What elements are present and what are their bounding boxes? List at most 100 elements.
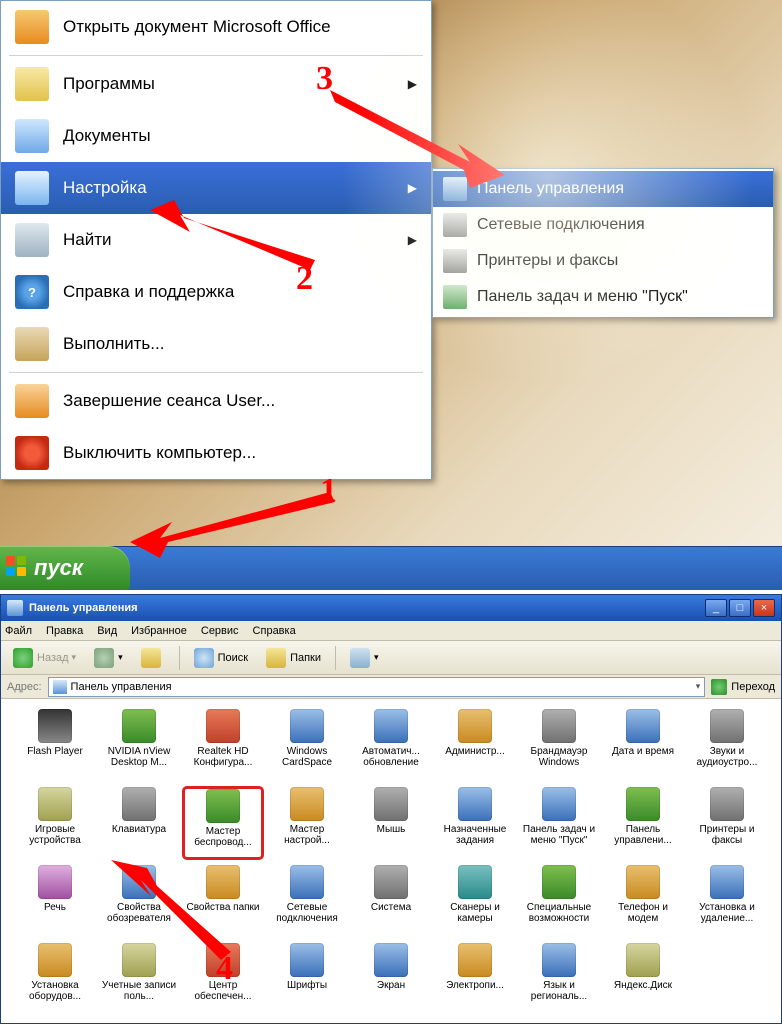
control-panel-item[interactable]: Панель задач и меню "Пуск" [519, 787, 599, 859]
control-panel-item[interactable]: Назначенные задания [435, 787, 515, 859]
control-panel-item[interactable]: Речь [15, 865, 95, 937]
control-panel-item[interactable]: Flash Player [15, 709, 95, 781]
control-panel-item[interactable]: Игровые устройства [15, 787, 95, 859]
applet-label: Телефон и модем [603, 902, 683, 924]
applet-label: Realtek HD Конфигура... [183, 746, 263, 768]
annotation-number-1: 1 [320, 472, 337, 510]
menu-view[interactable]: Вид [97, 625, 117, 637]
submenu-item-printers[interactable]: Принтеры и факсы [433, 243, 773, 279]
control-panel-item[interactable]: Электропи... [435, 943, 515, 1015]
applet-label: Автоматич... обновление [351, 746, 431, 768]
go-button[interactable]: Переход [711, 679, 775, 695]
control-panel-item[interactable]: Автоматич... обновление [351, 709, 431, 781]
menu-edit[interactable]: Правка [46, 625, 83, 637]
maximize-button[interactable]: □ [729, 599, 751, 617]
settings-icon [15, 171, 49, 205]
menu-item-documents[interactable]: Документы ▶ [1, 110, 431, 162]
minimize-button[interactable]: _ [705, 599, 727, 617]
menu-item-programs[interactable]: Программы ▶ [1, 58, 431, 110]
control-panel-item[interactable]: Windows CardSpace [267, 709, 347, 781]
menu-tools[interactable]: Сервис [201, 625, 239, 637]
submenu-item-taskbar[interactable]: Панель задач и меню "Пуск" [433, 279, 773, 315]
control-panel-item[interactable]: Звуки и аудиоустро... [687, 709, 767, 781]
submenu-label: Сетевые подключения [477, 216, 645, 234]
toolbar: Назад ▾ ▾ Поиск Папки ▾ [1, 641, 781, 675]
applet-label: NVIDIA nView Desktop M... [99, 746, 179, 768]
applet-icon [458, 865, 492, 899]
submenu-item-network[interactable]: Сетевые подключения [433, 207, 773, 243]
applet-label: Игровые устройства [15, 824, 95, 846]
control-panel-icons: Flash PlayerNVIDIA nView Desktop M...Rea… [1, 699, 781, 1025]
run-icon [15, 327, 49, 361]
up-button[interactable] [135, 645, 171, 671]
applet-label: Свойства папки [186, 902, 259, 913]
control-panel-item[interactable]: Специальные возможности [519, 865, 599, 937]
control-panel-item[interactable]: Шрифты [267, 943, 347, 1015]
applet-label: Назначенные задания [435, 824, 515, 846]
views-button[interactable]: ▾ [344, 645, 385, 671]
menu-item-settings[interactable]: Настройка ▶ [1, 162, 431, 214]
control-panel-item[interactable]: Мышь [351, 787, 431, 859]
menu-item-logoff[interactable]: Завершение сеанса User... [1, 375, 431, 427]
close-button[interactable]: × [753, 599, 775, 617]
control-panel-item[interactable]: Брандмауэр Windows [519, 709, 599, 781]
address-value: Панель управления [71, 681, 172, 693]
submenu-item-control-panel[interactable]: Панель управления [433, 171, 773, 207]
menu-item-find[interactable]: Найти ▶ [1, 214, 431, 266]
menu-item-run[interactable]: Выполнить... [1, 318, 431, 370]
applet-icon [626, 787, 660, 821]
search-button[interactable]: Поиск [188, 645, 254, 671]
control-panel-item[interactable]: Установка и удаление... [687, 865, 767, 937]
start-button-label: пуск [34, 555, 83, 581]
applet-icon [206, 709, 240, 743]
menu-label: Программы [63, 74, 155, 94]
menu-help[interactable]: Справка [253, 625, 296, 637]
applet-icon [38, 865, 72, 899]
submenu-arrow-icon: ▶ [408, 181, 417, 195]
control-panel-item[interactable]: NVIDIA nView Desktop M... [99, 709, 179, 781]
applet-label: Установка оборудов... [15, 980, 95, 1002]
control-panel-item[interactable]: Телефон и модем [603, 865, 683, 937]
control-panel-item[interactable]: Администр... [435, 709, 515, 781]
submenu-label: Принтеры и факсы [477, 252, 618, 270]
menu-item-help[interactable]: ? Справка и поддержка [1, 266, 431, 318]
window-title: Панель управления [29, 602, 703, 614]
control-panel-item[interactable]: Свойства папки [183, 865, 263, 937]
control-panel-item[interactable]: Установка оборудов... [15, 943, 95, 1015]
control-panel-item[interactable]: Сканеры и камеры [435, 865, 515, 937]
control-panel-item[interactable]: Клавиатура [99, 787, 179, 859]
control-panel-item[interactable]: Мастер настрой... [267, 787, 347, 859]
help-icon: ? [15, 275, 49, 309]
address-bar: Адрес: Панель управления ▾ Переход [1, 675, 781, 699]
applet-label: Электропи... [446, 980, 504, 991]
menu-item-shutdown[interactable]: Выключить компьютер... [1, 427, 431, 479]
control-panel-item[interactable]: Дата и время [603, 709, 683, 781]
control-panel-item[interactable]: Мастер беспровод... [183, 787, 263, 859]
applet-icon [122, 943, 156, 977]
menu-item-office[interactable]: Открыть документ Microsoft Office [1, 1, 431, 53]
control-panel-item[interactable]: Realtek HD Конфигура... [183, 709, 263, 781]
control-panel-item[interactable]: Язык и региональ... [519, 943, 599, 1015]
control-panel-item[interactable]: Экран [351, 943, 431, 1015]
address-combo[interactable]: Панель управления ▾ [48, 677, 706, 697]
control-panel-item[interactable]: Панель управлени... [603, 787, 683, 859]
control-panel-item[interactable]: Яндекс.Диск [603, 943, 683, 1015]
start-button[interactable]: пуск [0, 546, 130, 590]
printers-icon [443, 249, 467, 273]
forward-button[interactable]: ▾ [88, 645, 129, 671]
applet-icon [374, 709, 408, 743]
submenu-arrow-icon: ▶ [408, 233, 417, 247]
control-panel-item[interactable]: Сетевые подключения [267, 865, 347, 937]
applet-icon [122, 787, 156, 821]
control-panel-item[interactable]: Принтеры и факсы [687, 787, 767, 859]
folders-button[interactable]: Папки [260, 645, 327, 671]
back-button[interactable]: Назад ▾ [7, 645, 82, 671]
applet-label: Принтеры и факсы [687, 824, 767, 846]
control-panel-item[interactable]: Свойства обозревателя [99, 865, 179, 937]
menu-file[interactable]: Файл [5, 625, 32, 637]
control-panel-item[interactable]: Учетные записи поль... [99, 943, 179, 1015]
control-panel-item[interactable]: Система [351, 865, 431, 937]
applet-label: Шрифты [287, 980, 327, 991]
applet-label: Язык и региональ... [519, 980, 599, 1002]
menu-fav[interactable]: Избранное [131, 625, 187, 637]
